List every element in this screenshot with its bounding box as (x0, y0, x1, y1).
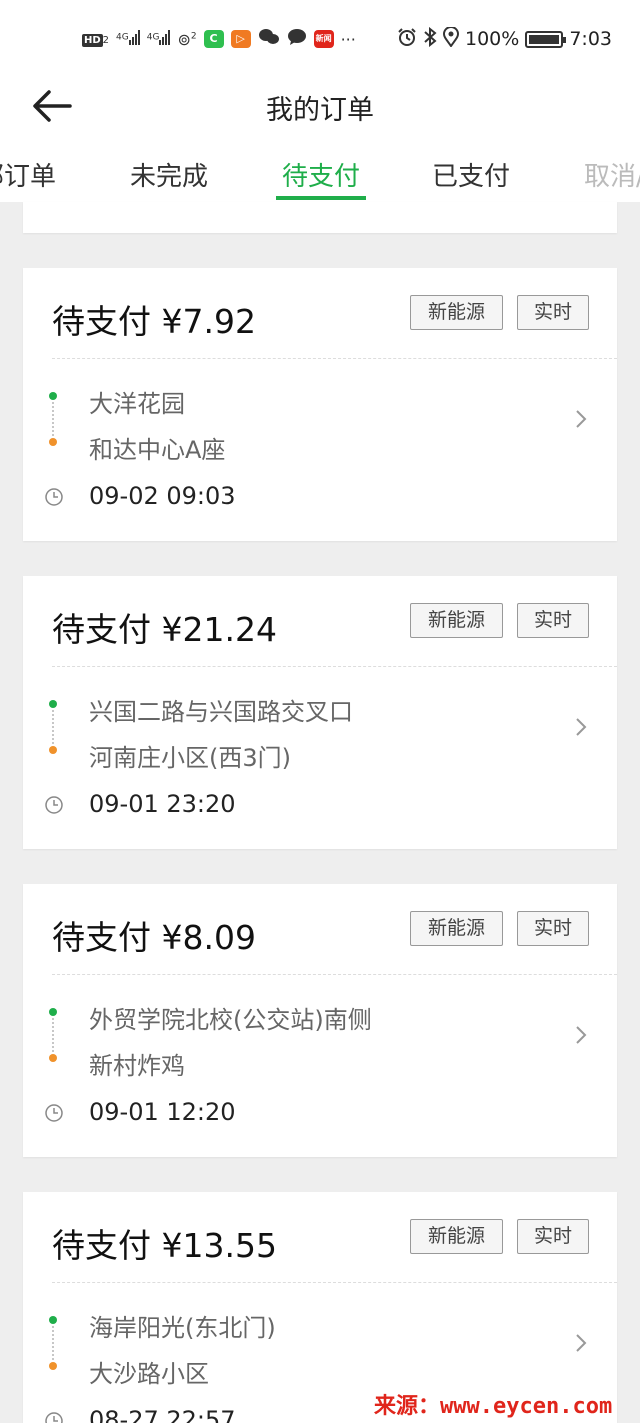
new-energy-tag: 新能源 (410, 911, 503, 946)
order-status-amount: 待支付 ¥8.09 (52, 911, 256, 959)
start-point-icon (49, 392, 57, 400)
clock-icon (45, 1412, 63, 1423)
end-point-icon (49, 746, 57, 754)
destination-address: 新村炸鸡 (89, 1052, 185, 1080)
more-notifications-icon: ··· (340, 29, 356, 49)
clock-icon (45, 1104, 63, 1122)
order-time: 09-01 23:20 (89, 790, 236, 818)
tab-cancelled[interactable]: 取消/ (584, 156, 640, 193)
card-divider (52, 666, 617, 667)
realtime-tag: 实时 (517, 911, 589, 946)
order-card[interactable]: 待支付 ¥8.09 新能源 实时 外贸学院北校(公交站)南侧 新村炸鸡 09-0… (23, 884, 617, 1157)
origin-address: 兴国二路与兴国路交叉口 (89, 698, 353, 726)
status-bar: HD 2 4G 4G ⊚2 C ▷ 新闻 ··· 100% 7:03 (0, 0, 640, 78)
route-line (52, 1326, 54, 1360)
status-icons-left: HD 2 4G 4G ⊚2 C ▷ 新闻 ··· (82, 26, 356, 52)
destination-address: 和达中心A座 (89, 436, 226, 464)
order-time: 08-27 22:57 (89, 1406, 236, 1423)
end-point-icon (49, 438, 57, 446)
clock-time: 7:03 (569, 28, 612, 50)
order-status-amount: 待支付 ¥13.55 (52, 1219, 277, 1267)
start-point-icon (49, 1316, 57, 1324)
card-divider (52, 358, 617, 359)
order-amount: ¥13.55 (161, 1226, 277, 1265)
order-time: 09-01 12:20 (89, 1098, 236, 1126)
alarm-icon (397, 27, 417, 52)
active-tab-indicator (276, 196, 366, 200)
new-energy-tag: 新能源 (410, 295, 503, 330)
route-line (52, 1018, 54, 1052)
previous-order-card[interactable] (23, 202, 617, 233)
tab-all-orders[interactable]: 部订单 (0, 156, 56, 193)
order-status: 待支付 (52, 302, 151, 341)
realtime-tag: 实时 (517, 603, 589, 638)
start-point-icon (49, 1008, 57, 1016)
order-status-amount: 待支付 ¥7.92 (52, 295, 256, 343)
chevron-right-icon (576, 1026, 587, 1044)
chevron-right-icon (576, 410, 587, 428)
card-divider (52, 974, 617, 975)
signal-2-icon: 4G (147, 29, 171, 49)
start-point-icon (49, 700, 57, 708)
hd-sub-label: 2 (102, 34, 110, 46)
end-point-icon (49, 1362, 57, 1370)
order-amount: ¥7.92 (161, 302, 256, 341)
new-energy-tag: 新能源 (410, 1219, 503, 1254)
origin-address: 海岸阳光(东北门) (89, 1314, 276, 1342)
clock-icon (45, 796, 63, 814)
clock-icon (45, 488, 63, 506)
news-app-icon: 新闻 (313, 30, 334, 48)
new-energy-tag: 新能源 (410, 603, 503, 638)
order-status: 待支付 (52, 1226, 151, 1265)
status-icons-right: 100% 7:03 (397, 25, 612, 52)
app-c-icon: C (203, 30, 224, 48)
card-divider (52, 1282, 617, 1283)
network-type-2: 4G (146, 32, 160, 43)
battery-percent: 100% (465, 28, 520, 50)
battery-icon (525, 30, 567, 48)
order-card[interactable]: 待支付 ¥7.92 新能源 实时 大洋花园 和达中心A座 09-02 09:03 (23, 268, 617, 541)
hd-label: HD (82, 33, 103, 47)
video-app-icon: ▷ (230, 30, 251, 48)
order-card[interactable]: 待支付 ¥21.24 新能源 实时 兴国二路与兴国路交叉口 河南庄小区(西3门)… (23, 576, 617, 849)
app-header: 我的订单 (0, 78, 640, 136)
route-line (52, 402, 54, 436)
message-icon (287, 28, 307, 50)
page-title: 我的订单 (266, 95, 374, 126)
signal-1-icon: 4G (116, 29, 140, 49)
order-amount: ¥8.09 (161, 918, 256, 957)
order-status: 待支付 (52, 610, 151, 649)
tab-pending-payment[interactable]: 待支付 (282, 156, 360, 193)
order-status: 待支付 (52, 918, 151, 957)
realtime-tag: 实时 (517, 295, 589, 330)
source-watermark: 来源：www.eycen.com (374, 1394, 613, 1419)
location-icon (442, 25, 460, 52)
network-type-1: 4G (116, 32, 129, 43)
order-time: 09-02 09:03 (89, 482, 236, 510)
order-status-amount: 待支付 ¥21.24 (52, 603, 277, 651)
realtime-tag: 实时 (517, 1219, 589, 1254)
origin-address: 外贸学院北校(公交站)南侧 (89, 1006, 372, 1034)
order-amount: ¥21.24 (161, 610, 277, 649)
bluetooth-icon (423, 26, 437, 52)
chevron-right-icon (576, 1334, 587, 1352)
destination-address: 河南庄小区(西3门) (89, 744, 291, 772)
hd-icon: HD 2 (82, 32, 109, 47)
route-line (52, 710, 54, 744)
destination-address: 大沙路小区 (89, 1360, 209, 1388)
tab-incomplete[interactable]: 未完成 (130, 156, 208, 193)
end-point-icon (49, 1054, 57, 1062)
tab-paid[interactable]: 已支付 (432, 156, 510, 193)
hotspot-icon: ⊚2 (177, 29, 197, 49)
origin-address: 大洋花园 (89, 390, 185, 418)
wechat-icon (258, 28, 280, 50)
hotspot-count: 2 (190, 31, 197, 42)
chevron-right-icon (576, 718, 587, 736)
order-tabs: 部订单 未完成 待支付 已支付 取消/ (0, 136, 640, 202)
